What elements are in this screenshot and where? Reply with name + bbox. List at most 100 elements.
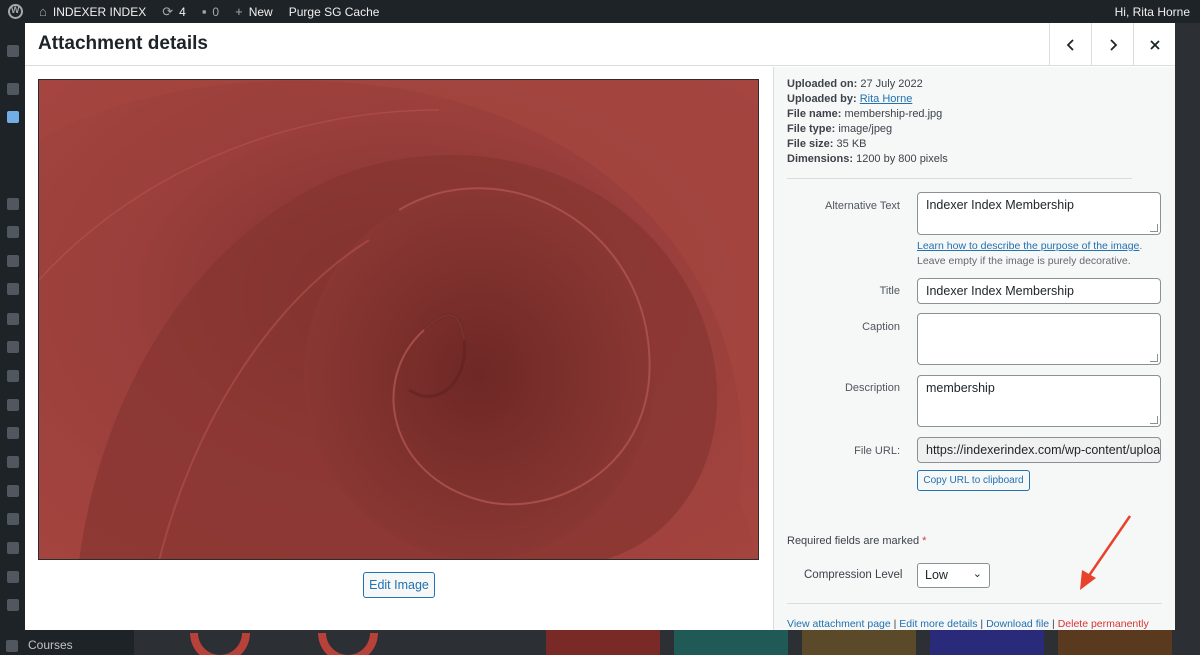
updates-menu[interactable]: ⟳ 4: [154, 0, 194, 23]
courses-icon: [6, 639, 18, 652]
delete-permanently-link[interactable]: Delete permanently: [1058, 618, 1149, 630]
resize-grip-icon[interactable]: [1150, 416, 1158, 424]
media-icon: [7, 111, 19, 123]
alt-text-field[interactable]: Indexer Index Membership: [917, 192, 1161, 235]
alt-text-label: Alternative Text: [824, 200, 900, 212]
file-type-row: File type: image/jpeg: [787, 122, 948, 137]
media-thumb[interactable]: [318, 633, 378, 655]
spiral-image: [39, 80, 758, 559]
pin-icon: [7, 571, 19, 583]
purge-cache-button[interactable]: Purge SG Cache: [281, 0, 388, 23]
pages-icon: [7, 198, 19, 210]
uploader-link[interactable]: Rita Horne: [860, 93, 913, 105]
resize-grip-icon[interactable]: [1150, 224, 1158, 232]
modal-title: Attachment details: [38, 33, 208, 54]
media-thumb[interactable]: [546, 630, 660, 655]
title-value: Indexer Index Membership: [926, 284, 1074, 298]
sidebar-item-label: Courses: [28, 638, 73, 652]
file-url-value: https://indexerindex.com/wp-content/uplo…: [926, 443, 1161, 457]
uploaded-on-row: Uploaded on: 27 July 2022: [787, 77, 948, 92]
alt-text-help: Learn how to describe the purpose of the…: [917, 240, 1143, 267]
close-icon: [1149, 39, 1160, 50]
description-value: membership: [926, 381, 995, 395]
separator: |: [980, 618, 984, 630]
divider: [787, 178, 1132, 179]
account-menu[interactable]: Hi, Rita Horne: [1107, 0, 1200, 23]
file-url-field[interactable]: https://indexerindex.com/wp-content/uplo…: [917, 437, 1161, 463]
modal-nav: [1049, 23, 1175, 66]
pin-icon: [7, 542, 19, 554]
uploaded-by-label: Uploaded by:: [787, 93, 857, 105]
wp-logo-menu[interactable]: [0, 0, 31, 23]
comments-count: 0: [212, 4, 220, 19]
compression-value: Low: [925, 568, 948, 582]
description-field[interactable]: membership: [917, 375, 1161, 427]
site-name-menu[interactable]: ⌂ INDEXER INDEX: [31, 0, 154, 23]
pin-icon: [7, 283, 19, 295]
caption-field[interactable]: [917, 313, 1161, 365]
alt-text-help-link[interactable]: Learn how to describe the purpose of the…: [917, 240, 1139, 252]
pin-icon: [7, 255, 19, 267]
compression-select[interactable]: Low ⌄: [917, 563, 990, 588]
modal-header: Attachment details: [25, 23, 1175, 66]
annotation-arrow-icon: [1080, 515, 1132, 590]
file-type-label: File type:: [787, 123, 836, 135]
home-icon: ⌂: [39, 4, 47, 19]
close-button[interactable]: [1133, 23, 1175, 66]
comments-icon: [7, 226, 19, 238]
comments-menu[interactable]: ▪ 0: [194, 0, 227, 23]
separator: |: [893, 618, 897, 630]
chevron-down-icon: ⌄: [972, 568, 982, 580]
updates-icon: ⟳: [162, 3, 174, 19]
chevron-left-icon: [1066, 38, 1074, 51]
file-name-value: membership-red.jpg: [844, 108, 943, 120]
previous-button[interactable]: [1049, 23, 1091, 66]
dashboard-icon: [7, 45, 19, 57]
alt-text-help-text: Leave empty if the image is purely decor…: [917, 255, 1131, 267]
media-thumb[interactable]: [190, 633, 250, 655]
dimensions-row: Dimensions: 1200 by 800 pixels: [787, 152, 948, 167]
next-button[interactable]: [1091, 23, 1133, 66]
required-text: Required fields are marked: [787, 535, 920, 547]
pin-icon: [7, 341, 19, 353]
file-size-row: File size: 35 KB: [787, 137, 948, 152]
media-thumb[interactable]: [802, 630, 916, 655]
chevron-right-icon: [1109, 38, 1117, 51]
required-star: *: [922, 535, 927, 547]
separator: |: [1052, 618, 1055, 630]
title-field[interactable]: Indexer Index Membership: [917, 278, 1161, 304]
comment-icon: ▪: [201, 4, 207, 19]
download-file-link[interactable]: Download file: [986, 618, 1049, 630]
edit-image-button[interactable]: Edit Image: [363, 572, 435, 598]
new-content-menu[interactable]: + New: [227, 0, 281, 23]
pin-icon: [7, 399, 19, 411]
media-thumb[interactable]: [674, 630, 788, 655]
title-label: Title: [879, 285, 900, 297]
file-type-value: image/jpeg: [838, 123, 893, 135]
file-name-label: File name:: [787, 108, 842, 120]
sidebar-item-courses[interactable]: Courses: [6, 638, 73, 652]
alt-text-value: Indexer Index Membership: [926, 198, 1074, 212]
pin-icon: [7, 599, 19, 611]
caption-label: Caption: [862, 321, 900, 333]
wordpress-icon: [8, 4, 23, 19]
media-thumb[interactable]: [1058, 630, 1172, 655]
attachment-details-modal: Attachment details Edit Image Uploaded o…: [25, 23, 1175, 630]
file-size-label: File size:: [787, 138, 834, 150]
attachment-actions: View attachment page | Edit more details…: [787, 618, 1149, 630]
pin-icon: [7, 427, 19, 439]
resize-grip-icon[interactable]: [1150, 354, 1158, 362]
pin-icon: [7, 83, 19, 95]
edit-more-details-link[interactable]: Edit more details: [899, 618, 977, 630]
view-attachment-link[interactable]: View attachment page: [787, 618, 891, 630]
uploaded-on-label: Uploaded on:: [787, 78, 858, 90]
media-thumb[interactable]: [930, 630, 1044, 655]
file-name-row: File name: membership-red.jpg: [787, 107, 948, 122]
admin-sidebar: [0, 23, 25, 655]
admin-bar: ⌂INDEXER INDEX ⟳4 ▪0 +New Purge SG Cache…: [0, 0, 1200, 23]
purge-label: Purge SG Cache: [288, 4, 380, 19]
copy-url-button[interactable]: Copy URL to clipboard: [917, 470, 1030, 491]
divider: [787, 603, 1162, 604]
file-details: Uploaded on: 27 July 2022 Uploaded by: R…: [787, 77, 948, 167]
plus-icon: +: [235, 4, 243, 19]
